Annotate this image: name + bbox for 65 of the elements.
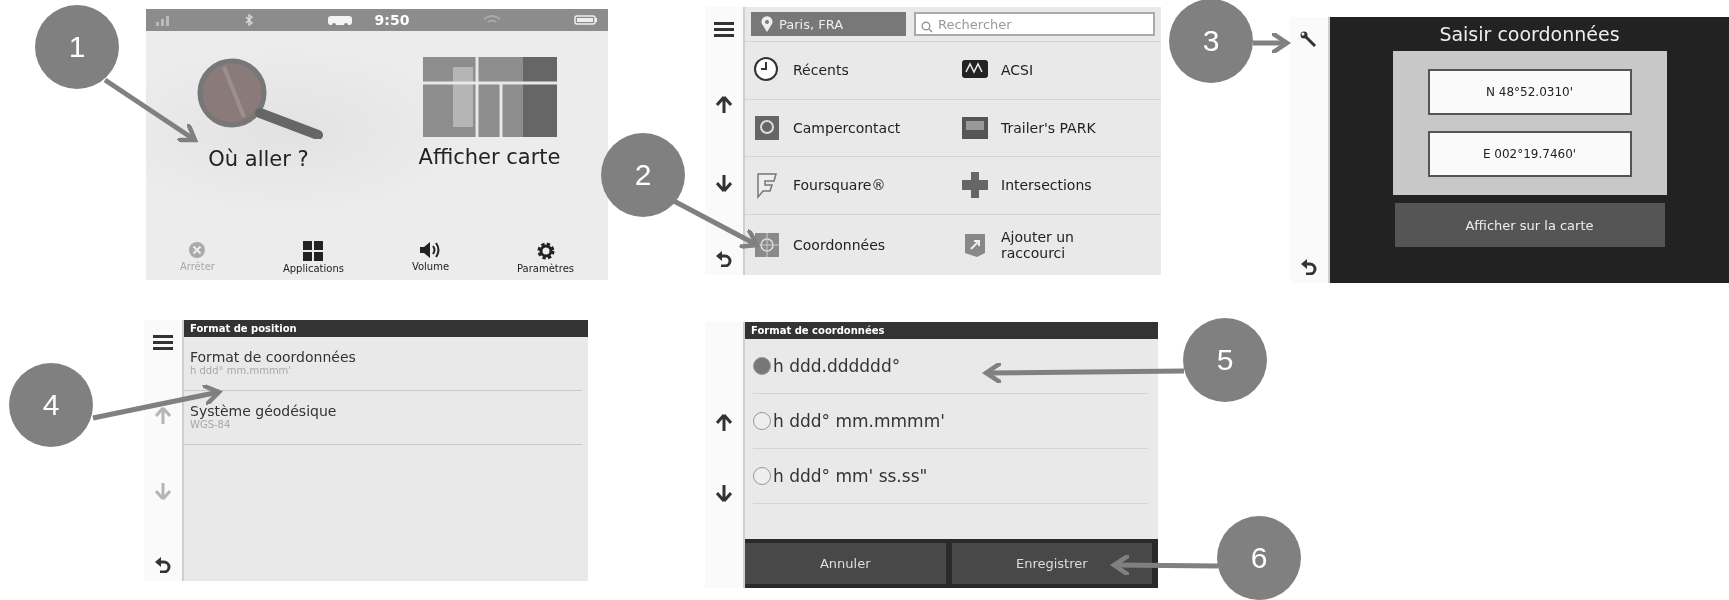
- toolbar-button[interactable]: Applications: [282, 241, 344, 274]
- toolbar-button[interactable]: Paramètres: [517, 241, 574, 274]
- screen-header: Format de position: [184, 320, 588, 337]
- down-arrow-icon[interactable]: [716, 173, 732, 192]
- menu-tile[interactable]: Afficher carte: [418, 57, 561, 171]
- up-arrow-icon[interactable]: [716, 414, 732, 432]
- menu-item[interactable]: Récents: [745, 41, 953, 99]
- toolbar-button[interactable]: Volume: [411, 241, 450, 274]
- action-button[interactable]: Annuler: [745, 543, 946, 584]
- setting-value: h ddd° mm.mmmm': [190, 365, 293, 376]
- show-on-map-button[interactable]: Afficher sur la carte: [1394, 203, 1665, 247]
- menu-item[interactable]: Ajouter un raccourci: [953, 213, 1161, 275]
- screen-header: Format de coordonnées: [745, 322, 1158, 339]
- callout-number: 4: [9, 363, 93, 447]
- battery-icon: [573, 14, 598, 26]
- vehicle-icon: [326, 13, 353, 27]
- back-icon[interactable]: [716, 251, 732, 267]
- grid-icon: [303, 241, 324, 261]
- status-time: 9:50: [374, 12, 410, 28]
- location-button[interactable]: Paris, FRA: [751, 12, 906, 36]
- menu-item[interactable]: Trailer's PARK: [953, 98, 1161, 156]
- stop-icon: [188, 241, 207, 259]
- radio-button[interactable]: [753, 357, 771, 375]
- setting-label: Système géodésique: [190, 403, 338, 419]
- down-arrow-icon[interactable]: [716, 484, 732, 502]
- callout-number: 1: [35, 5, 119, 89]
- radio-button[interactable]: [753, 467, 771, 485]
- menu-item[interactable]: Coordonnées: [745, 213, 953, 275]
- setting-item[interactable]: Format de coordonnées h ddd° mm.mmmm': [184, 337, 582, 391]
- callout-number: 5: [1183, 318, 1267, 402]
- radio-button[interactable]: [753, 412, 771, 430]
- bluetooth-icon: [245, 14, 254, 26]
- menu-tile[interactable]: Où aller ?: [193, 57, 324, 171]
- square-badge-icon: [753, 113, 781, 142]
- menu-item[interactable]: ACSI: [953, 41, 1161, 99]
- wrench-icon[interactable]: [1300, 31, 1318, 49]
- menu-icon[interactable]: [714, 21, 734, 37]
- coordinate-field[interactable]: E 002°19.7460': [1427, 131, 1632, 177]
- crossroads-icon: [961, 171, 989, 200]
- coordinate-field[interactable]: N 48°52.0310': [1427, 69, 1632, 115]
- setting-value: WGS-84: [190, 419, 232, 430]
- gear-icon: [535, 241, 556, 261]
- crosshair-icon: [753, 230, 781, 259]
- radio-option[interactable]: h ddd° mm' ss.ss": [753, 449, 1148, 504]
- menu-item[interactable]: Campercontact: [745, 98, 953, 156]
- setting-label: Format de coordonnées: [190, 349, 357, 365]
- radio-option[interactable]: h ddd.dddddd°: [753, 339, 1148, 394]
- map-icon: [422, 57, 557, 137]
- up-arrow-icon[interactable]: [716, 96, 732, 115]
- signal-icon: [156, 14, 172, 26]
- speaker-icon: [419, 241, 442, 259]
- action-button[interactable]: Enregistrer: [951, 543, 1152, 584]
- callout-number: 6: [1217, 516, 1301, 600]
- menu-item[interactable]: Intersections: [953, 156, 1161, 214]
- search-field[interactable]: Rechercher: [914, 12, 1155, 36]
- callout-number: 2: [601, 133, 685, 217]
- menu-item[interactable]: Foursquare®: [745, 156, 953, 214]
- pin-icon: [761, 16, 773, 32]
- screen-title: Saisir coordonnées: [1439, 22, 1620, 47]
- callout-number: 3: [1169, 0, 1253, 83]
- setting-item[interactable]: Système géodésique WGS-84: [184, 391, 582, 445]
- back-icon[interactable]: [1301, 259, 1317, 275]
- callout-arrow: [1253, 30, 1290, 56]
- radio-option[interactable]: h ddd° mm.mmmm': [753, 394, 1148, 449]
- wifi-icon: [482, 15, 501, 25]
